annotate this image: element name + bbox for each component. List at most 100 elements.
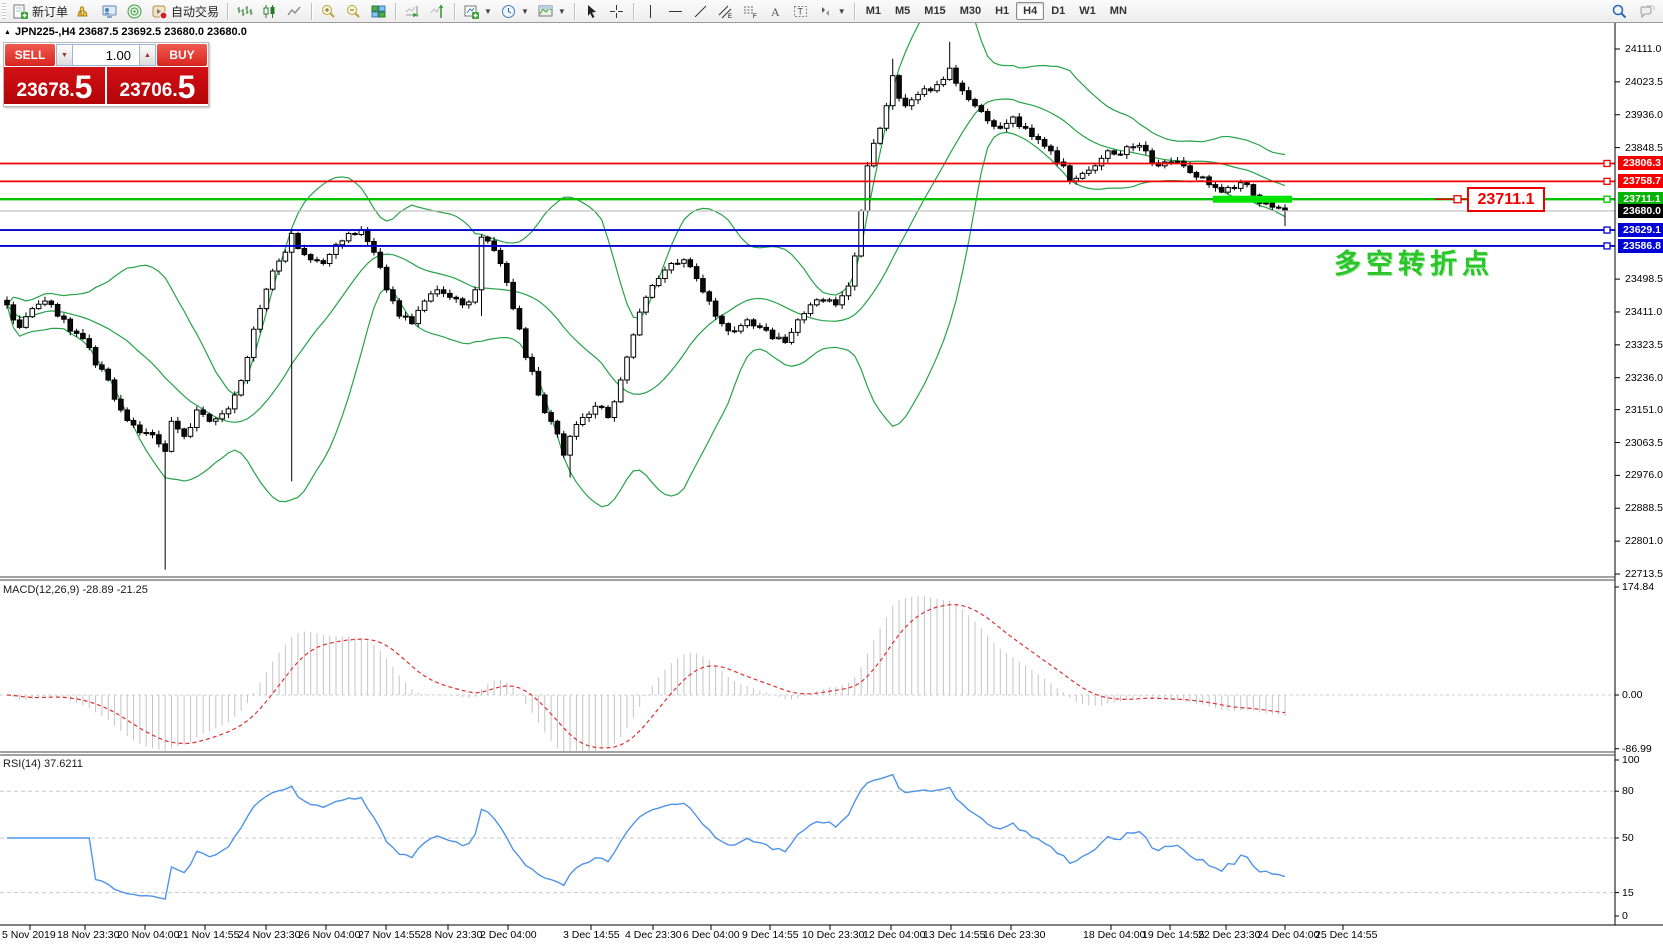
- auto-scroll-button[interactable]: [400, 1, 425, 21]
- time-axis-label: 18 Nov 23:30: [57, 929, 119, 941]
- price-axis-tick: 23411.0: [1625, 306, 1662, 318]
- tab-timeframe-h4[interactable]: H4: [1016, 2, 1044, 20]
- signal-icon: [126, 3, 143, 20]
- text-button[interactable]: A: [763, 1, 788, 21]
- sell-button[interactable]: SELL: [5, 44, 55, 66]
- toolbar-separator: [454, 3, 455, 20]
- chevron-down-icon: ▼: [558, 7, 566, 16]
- candlestick-chart-icon: [261, 3, 278, 20]
- chart-shift-icon: [429, 3, 446, 20]
- cursor-button[interactable]: [579, 1, 604, 21]
- arrows-button[interactable]: ▼: [813, 1, 850, 21]
- bar-chart-button[interactable]: [232, 1, 257, 21]
- zoom-in-button[interactable]: [316, 1, 341, 21]
- text-label-button[interactable]: T: [788, 1, 813, 21]
- ask-price-display[interactable]: 23706.5: [107, 67, 208, 104]
- bar-chart-icon: [236, 3, 253, 20]
- symbol-ohlc-label: JPN225-,H4 23687.5 23692.5 23680.0 23680…: [15, 26, 247, 38]
- price-axis-tick: 22713.5: [1625, 568, 1663, 580]
- periods-button[interactable]: ▼: [496, 1, 533, 21]
- zoom-out-button[interactable]: [341, 1, 366, 21]
- equidistant-channel-button[interactable]: E: [713, 1, 738, 21]
- time-axis-label: 3 Dec 14:55: [563, 929, 620, 941]
- chart-shift-button[interactable]: [425, 1, 450, 21]
- tab-timeframe-h1[interactable]: H1: [988, 2, 1016, 20]
- profiles-button[interactable]: [97, 1, 122, 21]
- crosshair-button[interactable]: [604, 1, 629, 21]
- candlestick-chart-button[interactable]: [257, 1, 282, 21]
- time-axis-label: 21 Nov 14:55: [177, 929, 239, 941]
- ask-price-frac: 5: [178, 72, 196, 102]
- time-axis-label: 5 Nov 2019: [2, 929, 56, 941]
- zoom-in-icon: [320, 3, 337, 20]
- main-toolbar: 新订单 自动交易: [0, 0, 1663, 23]
- new-order-button[interactable]: 新订单: [8, 1, 72, 21]
- price-axis-tick: 23063.5: [1625, 437, 1663, 449]
- zoom-out-icon: [345, 3, 362, 20]
- trend-line-button[interactable]: [688, 1, 713, 21]
- new-order-icon: [12, 3, 29, 20]
- macd-axis-tick: 0.00: [1622, 689, 1642, 701]
- tab-timeframe-m30[interactable]: M30: [953, 2, 988, 20]
- price-callout-box[interactable]: 23711.1: [1467, 187, 1545, 212]
- time-axis-label: 6 Dec 04:00: [683, 929, 740, 941]
- time-axis-label: 20 Nov 04:00: [117, 929, 179, 941]
- profiles-icon: [101, 3, 118, 20]
- tab-timeframe-m5[interactable]: M5: [888, 2, 917, 20]
- toolbar-separator: [311, 3, 312, 20]
- templates-button[interactable]: ▼: [533, 1, 570, 21]
- price-axis-tick: 24111.0: [1625, 43, 1661, 55]
- price-axis-tick: 23498.5: [1625, 273, 1663, 285]
- price-chart-canvas: [0, 0, 1663, 947]
- volume-input[interactable]: 1.00: [73, 44, 139, 66]
- time-axis-label: 4 Dec 23:30: [625, 929, 682, 941]
- time-axis-label: 28 Nov 23:30: [420, 929, 482, 941]
- bid-price-main: 23678: [17, 80, 70, 102]
- auto-trading-button[interactable]: 自动交易: [147, 1, 223, 21]
- tab-timeframe-d1[interactable]: D1: [1044, 2, 1072, 20]
- price-axis-tick: 23151.0: [1625, 404, 1663, 416]
- bid-price-display[interactable]: 23678.5: [4, 67, 105, 104]
- price-axis-tick: 23323.5: [1625, 339, 1663, 351]
- macd-axis-tick: 174.84: [1622, 581, 1654, 593]
- vertical-line-button[interactable]: [638, 1, 663, 21]
- tab-timeframe-m15[interactable]: M15: [917, 2, 952, 20]
- clock-icon: [500, 3, 517, 20]
- price-axis-tick: 22801.0: [1625, 535, 1663, 547]
- time-axis-label: 10 Dec 23:30: [802, 929, 864, 941]
- chevron-down-icon: ▼: [521, 7, 529, 16]
- templates-icon: [537, 3, 554, 20]
- one-click-trading-panel: SELL ▼ 1.00 ▲ BUY 23678.5 23706.5: [3, 42, 209, 107]
- macd-indicator-label: MACD(12,26,9) -28.89 -21.25: [3, 584, 148, 596]
- tab-timeframe-w1[interactable]: W1: [1072, 2, 1103, 20]
- time-axis-label: 19 Dec 14:55: [1142, 929, 1204, 941]
- svg-text:E: E: [728, 14, 732, 20]
- volume-increase-button[interactable]: ▲: [139, 44, 156, 66]
- price-axis-tick: 23848.5: [1625, 142, 1663, 154]
- horizontal-line-button[interactable]: [663, 1, 688, 21]
- volume-decrease-button[interactable]: ▼: [56, 44, 73, 66]
- tab-timeframe-m1[interactable]: M1: [859, 2, 888, 20]
- new-chart-button[interactable]: ▼: [459, 1, 496, 21]
- collapse-panel-icon[interactable]: ▲: [4, 29, 11, 36]
- market-watch-button[interactable]: [72, 1, 97, 21]
- rsi-indicator-label: RSI(14) 37.6211: [3, 758, 83, 770]
- price-axis-tick: 24023.5: [1625, 76, 1663, 88]
- trading-terminal-window: 新订单 自动交易: [0, 0, 1663, 947]
- svg-text:F: F: [753, 14, 757, 20]
- tile-windows-button[interactable]: [366, 1, 391, 21]
- chat-icon[interactable]: [1638, 3, 1655, 20]
- price-axis-tick: 22888.5: [1625, 502, 1663, 514]
- buy-button[interactable]: BUY: [157, 44, 207, 66]
- tab-timeframe-mn[interactable]: MN: [1103, 2, 1134, 20]
- vertical-line-icon: [642, 3, 659, 20]
- line-chart-button[interactable]: [282, 1, 307, 21]
- auto-trading-icon: [151, 3, 168, 20]
- new-order-label: 新订单: [32, 3, 68, 20]
- fibonacci-button[interactable]: F: [738, 1, 763, 21]
- turning-point-note: 多空转折点: [1334, 242, 1494, 281]
- search-icon[interactable]: [1611, 3, 1628, 20]
- toolbar-separator: [854, 3, 855, 20]
- chevron-down-icon: ▼: [484, 7, 492, 16]
- data-window-button[interactable]: [122, 1, 147, 21]
